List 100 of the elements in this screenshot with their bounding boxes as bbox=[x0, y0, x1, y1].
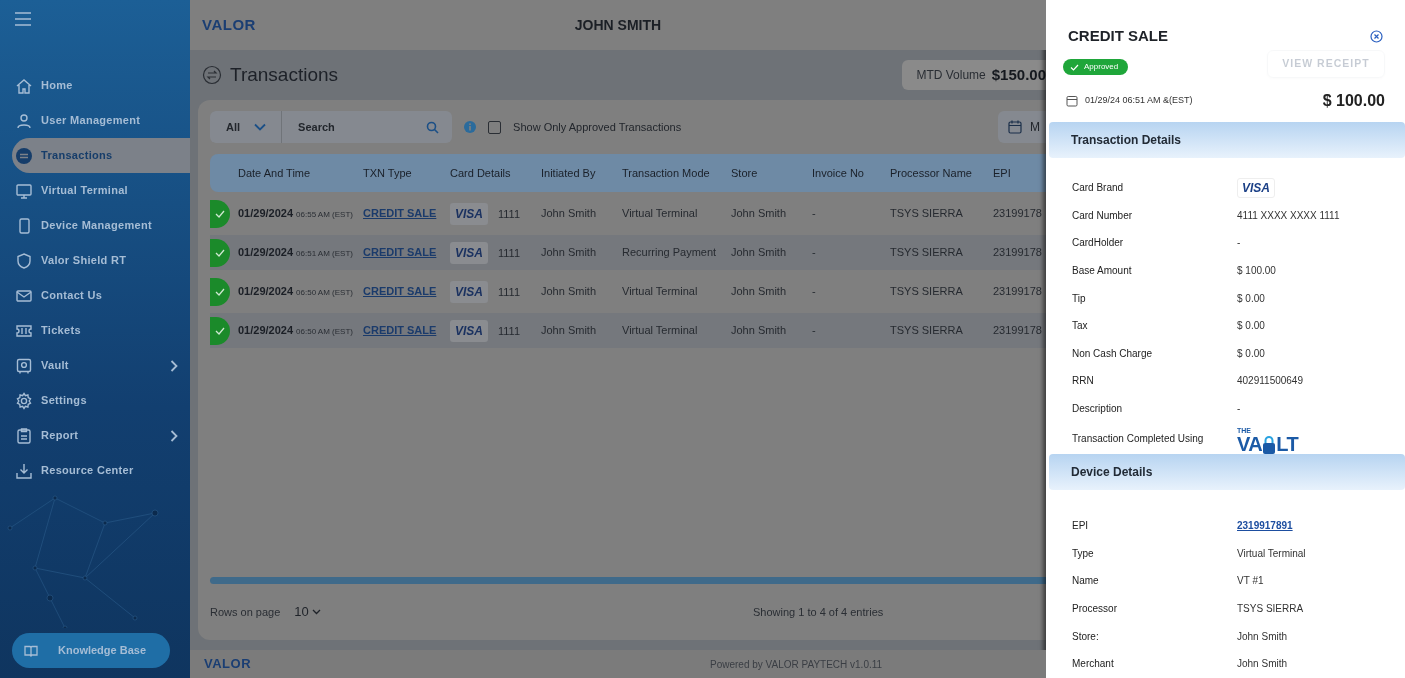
section-header: Device Details bbox=[1049, 453, 1405, 490]
table-cell: TSYS SIERRA bbox=[890, 246, 963, 259]
sidebar-item[interactable]: Tickets bbox=[0, 313, 190, 348]
search-box[interactable]: Search bbox=[282, 111, 453, 143]
lock-icon bbox=[1262, 435, 1277, 455]
close-icon bbox=[1370, 29, 1383, 43]
table-cell: John Smith bbox=[731, 285, 787, 298]
card-last-digits: 1111 bbox=[498, 285, 521, 298]
entries-count: Showing 1 to 4 of 4 entries bbox=[753, 604, 884, 620]
field-label: Tip bbox=[1072, 291, 1087, 306]
close-button[interactable] bbox=[1370, 29, 1383, 43]
table-cell: John Smith bbox=[541, 285, 597, 298]
field-value: VT #1 bbox=[1237, 575, 1264, 587]
sidebar-item[interactable]: Valor Shield RT bbox=[0, 243, 190, 278]
time-text: 06:51 AM (EST) bbox=[296, 249, 353, 259]
table-row[interactable]: 01/29/2024 06:50 AM (EST) CREDIT SALE VISA 1111 John Smith Virtual Terminal John Smith - TSYS SIERRA 23199178 bbox=[210, 313, 1046, 348]
rows-per-page-label: Rows on page bbox=[210, 604, 281, 620]
field-label: Non Cash Charge bbox=[1072, 346, 1154, 361]
column-header: EPI bbox=[993, 165, 1012, 181]
home-icon bbox=[15, 76, 33, 95]
table-cell: 23199178 bbox=[993, 207, 1042, 220]
table-row[interactable]: 01/29/2024 06:50 AM (EST) CREDIT SALE VISA 1111 John Smith Virtual Terminal John Smith - TSYS SIERRA 23199178 bbox=[210, 274, 1046, 309]
user-name: JOHN SMITH bbox=[574, 16, 662, 33]
txn-type-link[interactable]: CREDIT SALE bbox=[363, 324, 437, 337]
field-label: Tax bbox=[1072, 319, 1089, 334]
date-filter-button[interactable]: M bbox=[998, 111, 1046, 143]
field-value: TSYS SIERRA bbox=[1237, 603, 1304, 614]
table-cell: - bbox=[812, 324, 816, 337]
sidebar-item[interactable]: Home bbox=[0, 68, 190, 103]
chevron-down-icon bbox=[311, 609, 321, 615]
field-label: EPI bbox=[1072, 519, 1090, 534]
knowledge-base-button[interactable]: Knowledge Base bbox=[12, 633, 170, 668]
table-cell: TSYS SIERRA bbox=[890, 207, 963, 220]
search-icon bbox=[426, 120, 440, 134]
logo: VALOR bbox=[202, 14, 256, 35]
table-row[interactable]: 01/29/2024 06:55 AM (EST) CREDIT SALE VISA 1111 John Smith Virtual Terminal John Smith - TSYS SIERRA 23199178 bbox=[210, 196, 1046, 231]
epi-link[interactable]: 2319917891 bbox=[1237, 520, 1293, 532]
transaction-date: 01/29/24 06:51 AM &(EST) bbox=[1085, 94, 1193, 108]
txn-type-link[interactable]: CREDIT SALE bbox=[363, 246, 437, 259]
transfer-icon bbox=[15, 146, 33, 165]
sidebar-item[interactable]: Resource Center bbox=[0, 453, 190, 488]
field-label: Store: bbox=[1072, 629, 1100, 644]
menu-button[interactable] bbox=[14, 12, 32, 26]
calendar-icon bbox=[1066, 95, 1078, 107]
column-header: Processor Name bbox=[890, 165, 973, 181]
approved-only-checkbox[interactable] bbox=[488, 120, 502, 134]
table-cell: 23199178 bbox=[993, 246, 1042, 259]
txn-type-link[interactable]: CREDIT SALE bbox=[363, 285, 437, 298]
sidebar-item[interactable]: Contact Us bbox=[0, 278, 190, 313]
person-icon bbox=[15, 111, 33, 130]
card-brand-logo: VISA bbox=[450, 280, 488, 303]
table-cell: John Smith bbox=[731, 246, 787, 259]
type-dropdown[interactable]: All bbox=[210, 111, 283, 143]
field-value: Virtual Terminal bbox=[1237, 547, 1306, 559]
chevron-down-icon bbox=[254, 123, 267, 131]
table-cell: John Smith bbox=[541, 324, 597, 337]
field-value: $ 0.00 bbox=[1237, 347, 1265, 359]
sidebar-item[interactable]: Settings bbox=[0, 383, 190, 418]
check-icon bbox=[215, 287, 225, 296]
column-header: Store bbox=[731, 165, 759, 181]
check-icon bbox=[215, 209, 225, 218]
date-text: 01/29/2024 bbox=[238, 324, 294, 337]
table-cell: Virtual Terminal bbox=[622, 285, 698, 298]
column-header: Card Details bbox=[450, 165, 512, 181]
mtd-label: MTD Volume bbox=[916, 67, 986, 84]
sidebar-item[interactable]: Device Management bbox=[0, 208, 190, 243]
table-row[interactable]: 01/29/2024 06:51 AM (EST) CREDIT SALE VISA 1111 John Smith Recurring Payment John Smith - TSYS SIERRA 23199178 bbox=[210, 235, 1046, 270]
column-header: Date And Time bbox=[238, 165, 312, 181]
scrollbar[interactable] bbox=[210, 577, 1046, 584]
gear-icon bbox=[15, 391, 33, 410]
calendar-icon bbox=[1008, 120, 1022, 134]
field-value: 402911500649 bbox=[1237, 375, 1303, 387]
date-text: 01/29/2024 bbox=[238, 285, 294, 298]
mtd-value: $150.00 bbox=[991, 64, 1046, 85]
time-text: 06:55 AM (EST) bbox=[296, 210, 353, 220]
info-icon bbox=[464, 121, 477, 133]
sidebar-item[interactable]: Virtual Terminal bbox=[0, 173, 190, 208]
field-value: - bbox=[1237, 403, 1241, 415]
sidebar-item[interactable]: User Management bbox=[0, 103, 190, 138]
transaction-amount: $ 100.00 bbox=[1322, 91, 1385, 111]
field-label: Name bbox=[1072, 574, 1100, 589]
date-text: 01/29/2024 bbox=[238, 207, 294, 220]
column-header: Invoice No bbox=[812, 165, 865, 181]
sidebar-item[interactable]: Transactions bbox=[12, 138, 190, 173]
table-cell: Recurring Payment bbox=[622, 246, 717, 259]
powered-by-text: Powered by VALOR PAYTECH v1.0.11 bbox=[710, 657, 883, 672]
version-link[interactable]: v1.0.11 bbox=[850, 658, 883, 670]
menu-icon bbox=[14, 12, 32, 26]
shield-icon bbox=[15, 251, 33, 270]
txn-type-link[interactable]: CREDIT SALE bbox=[363, 207, 437, 220]
table-cell: TSYS SIERRA bbox=[890, 285, 963, 298]
field-value: $ 0.00 bbox=[1237, 320, 1265, 332]
column-header: Initiated By bbox=[541, 165, 597, 181]
sidebar-item[interactable]: Report bbox=[0, 418, 190, 453]
table-cell: John Smith bbox=[541, 207, 597, 220]
rows-per-page-dropdown[interactable]: 10 bbox=[288, 601, 327, 623]
time-text: 06:50 AM (EST) bbox=[296, 288, 353, 298]
table-cell: Virtual Terminal bbox=[622, 207, 698, 220]
search-field[interactable]: Search bbox=[296, 117, 427, 137]
sidebar-item[interactable]: Vault bbox=[0, 348, 190, 383]
